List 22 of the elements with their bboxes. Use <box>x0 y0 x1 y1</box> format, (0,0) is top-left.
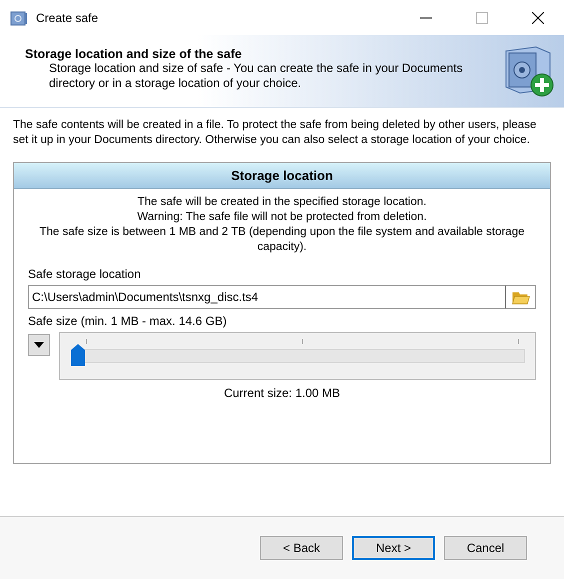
dialog-button[interactable]: < Back <box>260 536 343 560</box>
info-text: Warning: The safe file will not be protected from deletion. <box>136 210 428 225</box>
group-title: Storage location <box>14 163 550 189</box>
browse-button[interactable] <box>505 285 536 309</box>
dialog-button[interactable]: Next > <box>352 536 435 560</box>
size-slider[interactable] <box>59 332 536 380</box>
location-field[interactable]: C:\Users\admin\Documents\tsnxg_disc.ts4 <box>28 285 505 309</box>
info-text: The safe will be created in the specified storage location. <box>136 195 428 210</box>
field-label: Safe storage location <box>28 267 142 282</box>
window-title: Create safe <box>36 10 98 24</box>
slider-thumb[interactable] <box>71 344 85 366</box>
current-size-text: Current size: 1.00 MB <box>222 386 342 400</box>
dropdown-button[interactable] <box>28 334 50 356</box>
field-label: Safe size (min. 1 MB - max. 14.6 GB) <box>28 314 228 329</box>
dialog-button[interactable]: Cancel <box>444 536 527 560</box>
caret-icon <box>34 342 44 348</box>
close-icon[interactable] <box>532 12 544 24</box>
safe-icon <box>10 10 28 26</box>
intro-text: The safe contents will be created in a file. To protect the safe from being deleted by other users, please set it up in your Documents directory. Otherwise you can also select a storage location of your choice. <box>13 118 538 148</box>
header-subtitle: Storage location and size of safe - You can create the safe in your Documents directory or in a storage location of your choice. <box>48 61 464 91</box>
header-title: Storage location and size of the safe <box>25 47 243 61</box>
info-text: The safe size is between 1 MB and 2 TB (depending upon the file system and available storage capacity). <box>38 225 526 255</box>
